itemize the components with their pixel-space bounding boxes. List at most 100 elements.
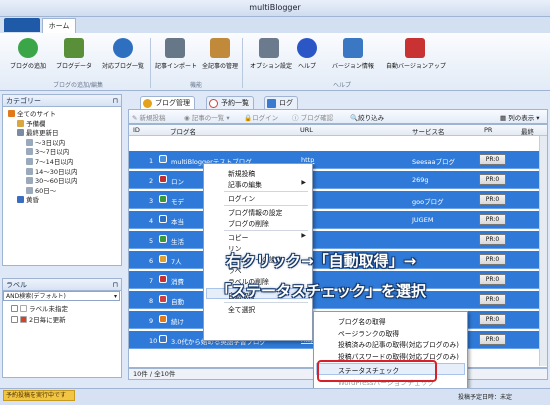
record-count: 10件 / 全10件	[133, 370, 176, 378]
checkbox[interactable]	[11, 316, 18, 323]
pr-button[interactable]: PR:0	[479, 234, 506, 245]
menu-item[interactable]: ブログ情報の設定	[228, 207, 282, 217]
category-pane-title: カテゴリー	[6, 97, 41, 105]
tab-log[interactable]: ログ	[264, 96, 298, 109]
folder-icon	[26, 158, 33, 165]
row-service: Seesaaブログ	[412, 158, 455, 166]
category-item[interactable]: 最終更新日	[17, 129, 59, 139]
pr-button[interactable]: PR:0	[479, 294, 506, 305]
column-header-last[interactable]: 最終	[521, 126, 534, 136]
menu-separator	[224, 205, 308, 206]
pr-button[interactable]: PR:0	[479, 194, 506, 205]
blog-service-icon	[159, 195, 167, 203]
ribbon-button[interactable]: 記事インポート	[155, 38, 197, 70]
pr-button[interactable]: PR:0	[479, 214, 506, 225]
table-row[interactable]: 3 モデ gooブログ PR:0	[129, 191, 539, 209]
column-header-id[interactable]: ID	[133, 126, 140, 134]
table-row[interactable]: 1 multiBloggerテストブログ http Seesaaブログ PR:0	[129, 151, 539, 169]
chevron-right-icon: ▶	[301, 232, 306, 239]
menu-item[interactable]: 記事の編集	[228, 179, 262, 189]
blog-service-icon	[159, 215, 167, 223]
category-item[interactable]: ～3日以内	[26, 138, 65, 149]
menu-item[interactable]: 新規投稿	[228, 168, 255, 178]
grid-scrollbar[interactable]	[539, 136, 547, 366]
pr-button[interactable]: PR:0	[479, 154, 506, 165]
ribbon-button[interactable]: 全記事の管理	[200, 38, 240, 70]
new-post-button[interactable]: ✎ 新規投稿	[132, 112, 166, 122]
folder-icon	[26, 138, 33, 146]
ribbon-button[interactable]: 対応ブログ一覧	[100, 38, 146, 70]
post-list-button[interactable]: ◉ 記事の一覧 ▾	[184, 112, 230, 122]
category-item[interactable]: 14～30日以内	[26, 167, 78, 178]
row-id: 7	[149, 277, 154, 285]
blog-service-icon	[159, 175, 167, 183]
category-item[interactable]: 3～7日以内	[26, 148, 69, 158]
gear-icon	[259, 38, 279, 58]
filter-button[interactable]: 🔍絞り込み	[350, 112, 384, 122]
row-blog-name: 本当	[171, 218, 184, 226]
folder-icon	[17, 129, 24, 137]
menu-item[interactable]: ページランクの取得	[338, 328, 399, 338]
menu-item[interactable]: 投稿パスワードの取得(対応ブログのみ)	[338, 351, 459, 361]
label-item[interactable]: 2日毎に更新	[11, 316, 66, 326]
category-item[interactable]: 黄昏	[17, 196, 39, 206]
row-blog-name: 自動	[171, 298, 184, 306]
status-warning: 予約投稿を実行中です	[3, 390, 75, 401]
category-item[interactable]: 60日～	[26, 186, 56, 197]
tab-blog-management[interactable]: ブログ管理	[140, 96, 195, 109]
login-button[interactable]: 🔒ログイン	[244, 112, 278, 122]
menu-item[interactable]: コピー	[228, 232, 248, 242]
label-item[interactable]: ラベル未指定	[11, 305, 68, 315]
table-row[interactable]: 4 本当 JUGEM PR:0	[129, 211, 539, 229]
ribbon-button[interactable]: ブログデータ	[54, 38, 94, 70]
column-header-name[interactable]: ブログ名	[170, 126, 196, 136]
blog-check-button[interactable]: ⓘ ブログ確認	[292, 112, 333, 122]
ribbon-button-label: バージョン情報	[332, 63, 374, 70]
menu-item[interactable]: 投稿済みの記事の取得(対応ブログのみ)	[338, 339, 459, 349]
columns-button[interactable]: ▦ 列の表示 ▾	[500, 112, 540, 122]
pr-button[interactable]: PR:0	[479, 334, 506, 345]
row-blog-name: 7人	[171, 258, 182, 266]
category-item[interactable]: 30～60日以内	[26, 177, 78, 187]
ribbon-button[interactable]: ブログの追加	[8, 38, 48, 70]
row-id: 1	[149, 157, 154, 165]
category-item[interactable]: 予備欄	[17, 119, 46, 130]
row-id: 8	[149, 297, 154, 305]
menu-item[interactable]: ブログ名の取得	[338, 316, 386, 326]
label-filter-select[interactable]: AND検索(デフォルト) ▾	[3, 291, 120, 301]
category-item[interactable]: 7～14日以内	[26, 158, 73, 168]
ribbon-button[interactable]: 自動バージョンアップ	[386, 38, 446, 70]
file-tab[interactable]	[4, 18, 40, 32]
label-list: ラベル未指定 2日毎に更新	[2, 290, 122, 378]
row-service: 269g	[412, 176, 429, 184]
log-icon	[267, 99, 276, 108]
row-id: 2	[149, 177, 154, 185]
import-icon	[165, 38, 185, 58]
checkbox[interactable]	[11, 305, 18, 312]
home-tab[interactable]: ホーム	[42, 18, 76, 33]
pr-button[interactable]: PR:0	[479, 174, 506, 185]
category-item[interactable]: 全てのサイト	[8, 110, 56, 120]
folder-icon	[26, 177, 33, 185]
ribbon-button[interactable]: バージョン情報	[328, 38, 378, 70]
label-pane-title: ラベル	[6, 281, 27, 289]
menu-item[interactable]: ブログの削除	[228, 218, 269, 228]
pr-button[interactable]: PR:0	[479, 314, 506, 325]
table-row[interactable]: 2 ロン 269g PR:0	[129, 171, 539, 189]
ribbon-group-label: 機能	[189, 82, 202, 89]
column-header-pr[interactable]: PR	[484, 126, 492, 134]
tab-reservations[interactable]: 予約一覧	[206, 96, 254, 109]
ribbon-button[interactable]: オプション設定	[250, 38, 292, 70]
folder-icon	[8, 110, 15, 117]
pr-button[interactable]: PR:0	[479, 254, 506, 265]
ribbon-button[interactable]: ヘルプ	[292, 38, 322, 70]
menu-item[interactable]: ログイン	[228, 193, 255, 203]
add-circle-icon	[18, 38, 38, 58]
column-header-url[interactable]: URL	[300, 126, 313, 134]
column-header-service[interactable]: サービス名	[412, 126, 445, 136]
pr-button[interactable]: PR:0	[479, 274, 506, 285]
blog-service-icon	[159, 295, 167, 303]
search-icon: 🔍	[350, 114, 359, 122]
blog-service-icon	[159, 335, 167, 343]
row-id: 6	[149, 257, 154, 265]
